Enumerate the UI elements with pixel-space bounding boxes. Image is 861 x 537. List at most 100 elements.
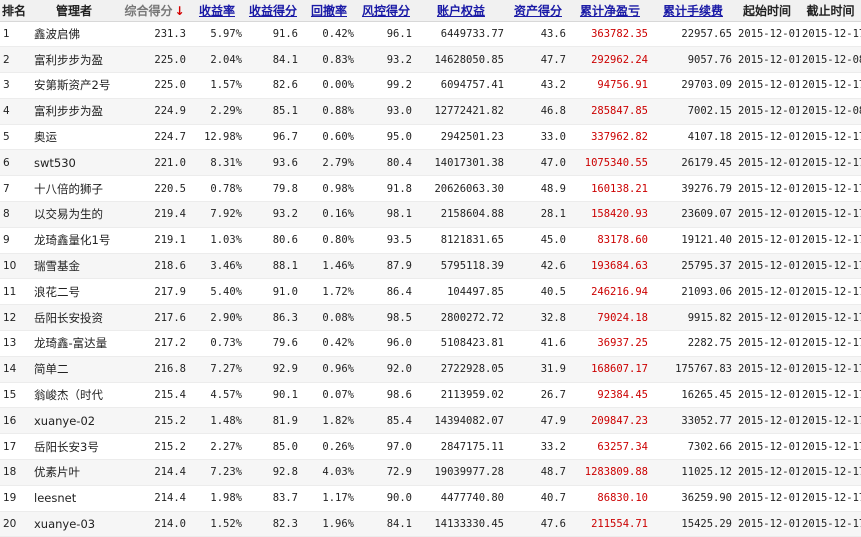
equity-cell: 2158604.88 [415,201,507,228]
end-time-cell: 2015-12-17 [799,175,861,203]
composite-score-cell: 215.2 [120,407,189,435]
asset-score-cell: 28.1 [507,201,569,228]
equity-cell: 6449733.77 [415,21,507,48]
asset-score-cell: 47.0 [507,149,569,177]
fees-cell: 36259.90 [651,485,735,512]
header-net-profit[interactable]: 累计净盈亏 [569,0,651,22]
end-time-cell: 2015-12-17 [799,407,861,435]
header-fees[interactable]: 累计手续费 [651,0,735,22]
manager-cell: 瑞雪基金 [28,253,120,280]
table-row: 7 十八倍的狮子 220.5 0.78% 79.8 0.98% 91.8 20626063.3… [0,175,861,203]
composite-score-cell: 220.5 [120,175,189,203]
rank-cell: 3 [0,72,28,99]
risk-score-cell: 80.4 [357,149,415,177]
rank-cell: 4 [0,98,28,125]
rank-cell: 9 [0,227,28,254]
net-profit-cell: 160138.21 [569,175,651,203]
return-score-cell: 81.9 [245,407,301,435]
rank-cell: 5 [0,124,28,151]
net-profit-cell: 63257.34 [569,433,651,461]
return-score-cell: 86.3 [245,304,301,332]
start-time-cell: 2015-12-01 [735,304,799,332]
table-row: 13 龙琦鑫-富达量 217.2 0.73% 79.6 0.42% 96.0 5108423.… [0,330,861,357]
asset-score-cell: 43.6 [507,21,569,48]
risk-score-cell: 91.8 [357,175,415,203]
return-rate-cell: 2.90% [189,304,245,332]
table-row: 9 龙琦鑫量化1号 219.1 1.03% 80.6 0.80% 93.5 8121831.6… [0,227,861,254]
table-row: 19 leesnet 214.4 1.98% 83.7 1.17% 90.0 4477740.… [0,485,861,512]
manager-cell: 岳阳长安投资 [28,304,120,332]
sort-down-arrow-icon: ↓ [174,3,185,18]
manager-cell: 以交易为生的 [28,201,120,228]
return-score-cell: 96.7 [245,124,301,151]
risk-score-cell: 99.2 [357,72,415,99]
risk-score-cell: 98.6 [357,382,415,409]
fees-cell: 7002.15 [651,98,735,125]
risk-score-cell: 96.0 [357,330,415,357]
return-rate-cell: 1.52% [189,511,245,537]
header-asset-score[interactable]: 资产得分 [507,0,569,22]
end-time-cell: 2015-12-17 [799,459,861,486]
asset-score-cell: 40.7 [507,485,569,512]
rank-cell: 10 [0,253,28,280]
manager-cell: 优素片叶 [28,459,120,486]
header-return-score[interactable]: 收益得分 [245,0,301,22]
drawdown-cell: 0.07% [301,382,357,409]
table-row: 2 富利步步为盈 225.0 2.04% 84.1 0.83% 93.2 14628050.8… [0,46,861,74]
equity-cell: 2847175.11 [415,433,507,461]
return-score-cell: 93.2 [245,201,301,228]
composite-score-cell: 217.2 [120,330,189,357]
return-score-cell: 92.9 [245,356,301,383]
start-time-cell: 2015-12-01 [735,407,799,435]
drawdown-cell: 1.96% [301,511,357,537]
end-time-cell: 2015-12-17 [799,72,861,99]
equity-cell: 2942501.23 [415,124,507,151]
risk-score-cell: 72.9 [357,459,415,486]
header-return-rate[interactable]: 收益率 [189,0,245,22]
composite-score-cell: 215.2 [120,433,189,461]
header-composite-score[interactable]: 综合得分 ↓ [120,0,189,22]
manager-cell: 龙琦鑫量化1号 [28,227,120,254]
net-profit-cell: 337962.82 [569,124,651,151]
header-drawdown[interactable]: 回撤率 [301,0,357,22]
return-rate-cell: 3.46% [189,253,245,280]
manager-cell: 富利步步为盈 [28,46,120,74]
end-time-cell: 2015-12-17 [799,304,861,332]
asset-score-cell: 26.7 [507,382,569,409]
asset-score-cell: 41.6 [507,330,569,357]
composite-score-cell: 231.3 [120,21,189,48]
table-row: 15 翁峻杰（时代 215.4 4.57% 90.1 0.07% 98.6 2113959.0… [0,382,861,409]
end-time-cell: 2015-12-17 [799,330,861,357]
header-equity[interactable]: 账户权益 [415,0,507,22]
asset-score-cell: 40.5 [507,278,569,306]
manager-cell: 龙琦鑫-富达量 [28,330,120,357]
equity-cell: 19039977.28 [415,459,507,486]
end-time-cell: 2015-12-17 [799,382,861,409]
start-time-cell: 2015-12-01 [735,356,799,383]
return-score-cell: 80.6 [245,227,301,254]
risk-score-cell: 95.0 [357,124,415,151]
start-time-cell: 2015-12-01 [735,511,799,537]
start-time-cell: 2015-12-01 [735,382,799,409]
drawdown-cell: 1.82% [301,407,357,435]
table-row: 4 富利步步为盈 224.9 2.29% 85.1 0.88% 93.0 12772421.8… [0,98,861,125]
return-score-cell: 85.0 [245,433,301,461]
header-end-time: 截止时间 [799,0,861,22]
fees-cell: 22957.65 [651,21,735,48]
return-score-cell: 83.7 [245,485,301,512]
table-row: 12 岳阳长安投资 217.6 2.90% 86.3 0.08% 98.5 2800272.7… [0,304,861,332]
rank-cell: 20 [0,511,28,537]
return-rate-cell: 2.04% [189,46,245,74]
start-time-cell: 2015-12-01 [735,278,799,306]
composite-score-cell: 225.0 [120,46,189,74]
return-rate-cell: 7.27% [189,356,245,383]
header-risk-score[interactable]: 风控得分 [357,0,415,22]
start-time-cell: 2015-12-01 [735,149,799,177]
risk-score-cell: 90.0 [357,485,415,512]
rank-cell: 17 [0,433,28,461]
composite-score-cell: 217.6 [120,304,189,332]
return-score-cell: 91.6 [245,21,301,48]
start-time-cell: 2015-12-01 [735,253,799,280]
rank-cell: 16 [0,407,28,435]
composite-score-cell: 218.6 [120,253,189,280]
